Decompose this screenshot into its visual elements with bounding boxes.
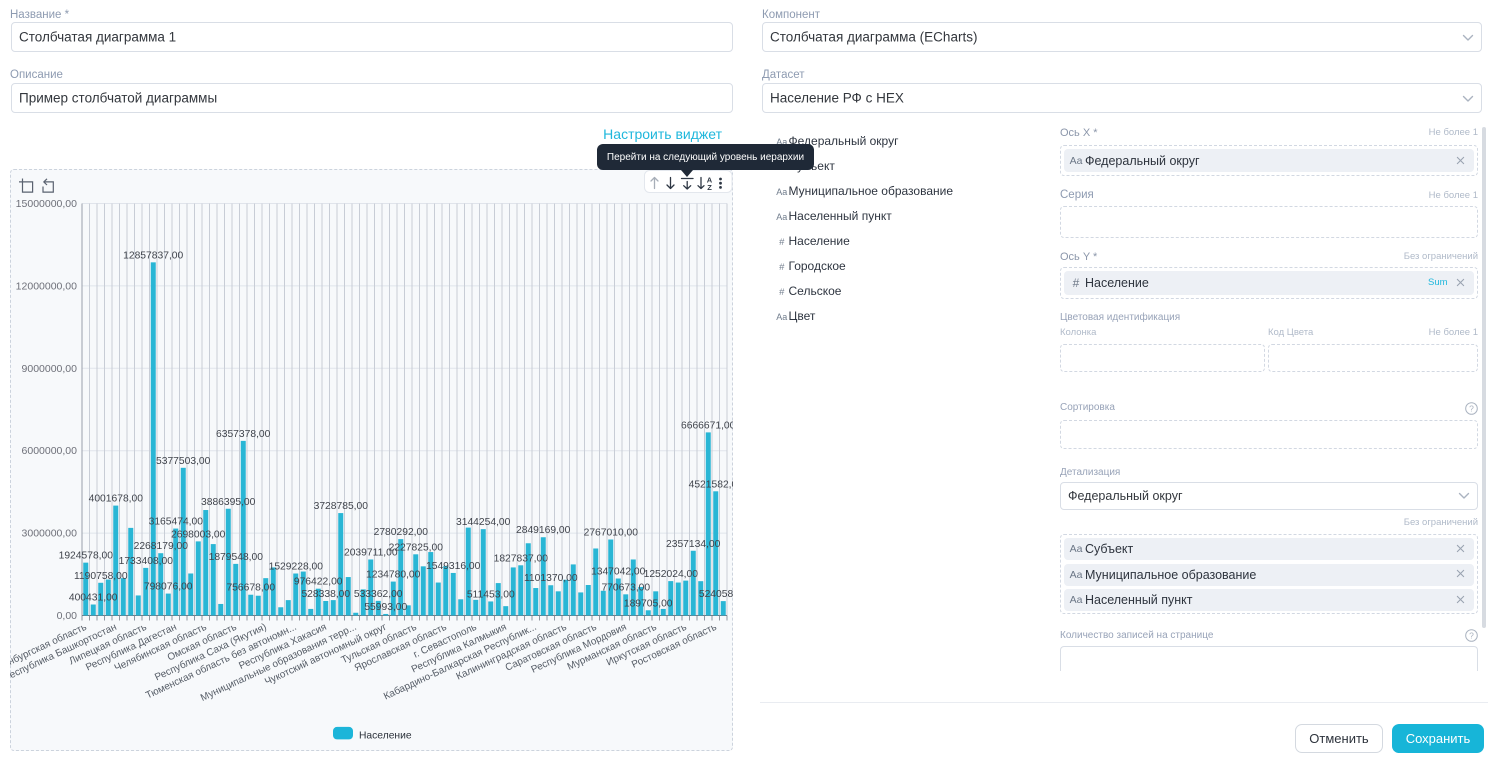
svg-text:2767010,00: 2767010,00: [584, 528, 639, 539]
svg-text:15000000,00: 15000000,00: [16, 198, 77, 210]
svg-text:770673,00: 770673,00: [601, 582, 650, 593]
svg-text:1252024,00: 1252024,00: [644, 569, 699, 580]
svg-text:3728785,00: 3728785,00: [314, 501, 369, 512]
svg-text:798076,00: 798076,00: [144, 582, 193, 593]
svg-text:756678,00: 756678,00: [226, 583, 275, 594]
svg-text:1101370,00: 1101370,00: [524, 573, 578, 584]
svg-text:4001678,00: 4001678,00: [89, 494, 144, 505]
svg-text:1347042,00: 1347042,00: [591, 567, 646, 578]
svg-text:?: ?: [1469, 630, 1474, 640]
svg-text:0,00: 0,00: [57, 610, 78, 622]
svg-text:6666671,00: 6666671,00: [681, 420, 733, 431]
svg-text:5377503,00: 5377503,00: [156, 456, 211, 467]
svg-text:6357378,00: 6357378,00: [216, 429, 271, 440]
svg-text:2227825,00: 2227825,00: [389, 542, 444, 553]
svg-text:1879548,00: 1879548,00: [209, 552, 264, 563]
svg-text:400431,00: 400431,00: [69, 593, 118, 604]
svg-text:1827837,00: 1827837,00: [494, 553, 549, 564]
svg-text:1549316,00: 1549316,00: [426, 561, 481, 572]
svg-text:?: ?: [1469, 403, 1474, 413]
svg-text:9000000,00: 9000000,00: [22, 363, 78, 375]
svg-text:976422,00: 976422,00: [294, 577, 343, 588]
svg-text:3144254,00: 3144254,00: [456, 517, 511, 528]
svg-text:12857837,00: 12857837,00: [123, 250, 183, 261]
svg-text:2780292,00: 2780292,00: [374, 527, 429, 538]
svg-text:511453,00: 511453,00: [467, 590, 515, 601]
svg-text:1924578,00: 1924578,00: [59, 551, 114, 562]
svg-text:1234780,00: 1234780,00: [366, 570, 421, 581]
svg-text:2357134,00: 2357134,00: [666, 539, 721, 550]
svg-text:528338,00: 528338,00: [301, 589, 350, 600]
svg-text:2698003,00: 2698003,00: [171, 529, 226, 540]
svg-text:6000000,00: 6000000,00: [22, 445, 78, 457]
svg-text:2268179,00: 2268179,00: [134, 541, 189, 552]
svg-text:1529228,00: 1529228,00: [269, 562, 324, 573]
svg-text:1190758,00: 1190758,00: [74, 571, 128, 582]
svg-text:3000000,00: 3000000,00: [22, 528, 78, 540]
svg-text:189705,00: 189705,00: [624, 598, 673, 609]
svg-text:3165474,00: 3165474,00: [149, 517, 204, 528]
svg-text:3886395,00: 3886395,00: [201, 497, 256, 508]
svg-text:4521582,00: 4521582,00: [689, 479, 733, 490]
svg-text:2849169,00: 2849169,00: [516, 525, 571, 536]
svg-text:Население: Население: [359, 731, 412, 742]
svg-text:Z: Z: [707, 183, 712, 192]
svg-text:524058,00: 524058,00: [699, 589, 733, 600]
svg-text:533362,00: 533362,00: [354, 589, 403, 600]
svg-text:12000000,00: 12000000,00: [16, 280, 77, 292]
svg-text:1733408,00: 1733408,00: [119, 556, 174, 567]
svg-text:55993,00: 55993,00: [364, 602, 407, 613]
